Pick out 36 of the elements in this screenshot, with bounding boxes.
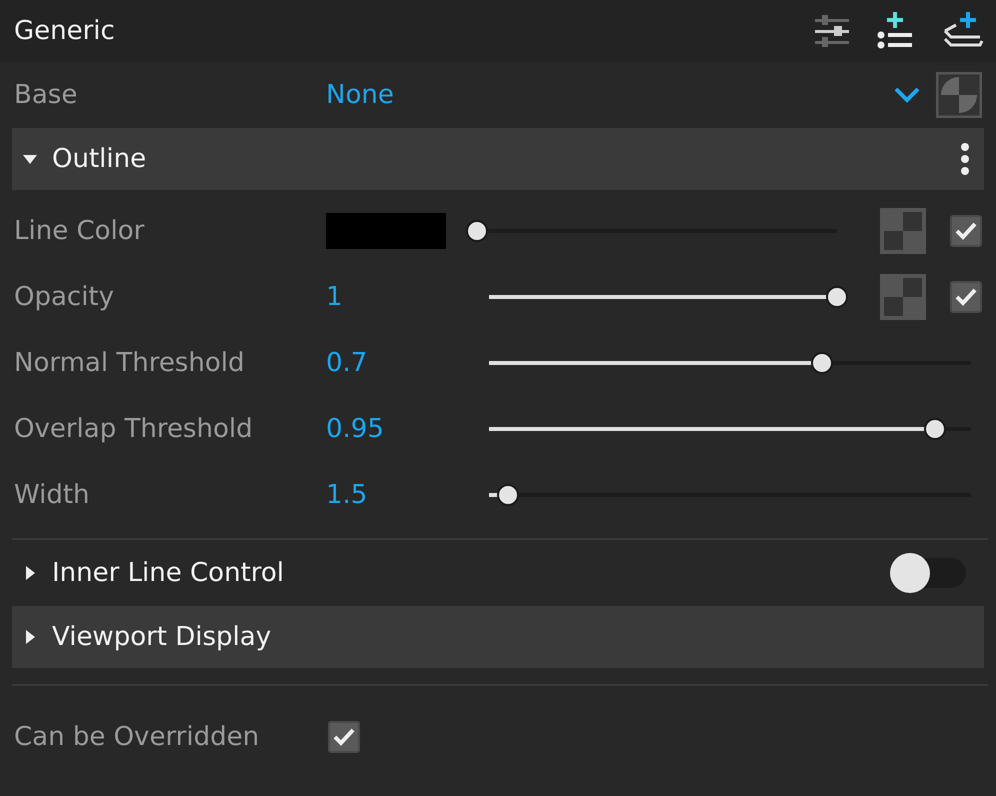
- dropdown-value[interactable]: None: [326, 76, 466, 114]
- section-header[interactable]: Inner Line Control: [12, 542, 984, 604]
- property-label: Opacity: [14, 280, 116, 314]
- section-title[interactable]: Viewport Display: [52, 618, 272, 656]
- slider-thumb[interactable]: [497, 484, 520, 506]
- property-label: Line Color: [14, 214, 146, 248]
- toggle-switch[interactable]: [890, 553, 966, 593]
- checkbox[interactable]: [328, 721, 360, 753]
- checker-icon[interactable]: [880, 274, 926, 320]
- more-options-icon[interactable]: [960, 142, 970, 176]
- section-title[interactable]: Inner Line Control: [52, 554, 284, 592]
- checkbox[interactable]: [950, 281, 982, 313]
- checker-icon[interactable]: [880, 208, 926, 254]
- property-label: Base: [14, 78, 78, 112]
- slider-thumb[interactable]: [924, 418, 946, 440]
- slider-thumb[interactable]: [466, 220, 488, 242]
- property-value[interactable]: 1: [326, 278, 478, 316]
- panel-title: Generic: [14, 14, 115, 48]
- section-title[interactable]: Outline: [52, 140, 146, 178]
- property-label: Normal Threshold: [14, 346, 246, 380]
- property-label: Can be Overridden: [14, 720, 260, 754]
- checkmark-icon: [954, 287, 978, 307]
- section-header[interactable]: Viewport Display: [12, 606, 984, 668]
- property-value[interactable]: 1.5: [326, 476, 478, 514]
- checkmark-icon: [954, 221, 978, 241]
- property-label: Overlap Threshold: [14, 412, 254, 446]
- slider-thumb[interactable]: [810, 352, 833, 374]
- chevron-down-icon[interactable]: [894, 87, 920, 103]
- slider-thumb[interactable]: [826, 286, 848, 308]
- sliders-icon[interactable]: [814, 13, 850, 49]
- property-label: Width: [14, 478, 91, 512]
- checkbox[interactable]: [950, 215, 982, 247]
- checkmark-icon: [332, 727, 356, 747]
- property-value[interactable]: 0.7: [326, 344, 478, 382]
- property-value[interactable]: 0.95: [326, 410, 478, 448]
- color-swatch[interactable]: [326, 213, 446, 249]
